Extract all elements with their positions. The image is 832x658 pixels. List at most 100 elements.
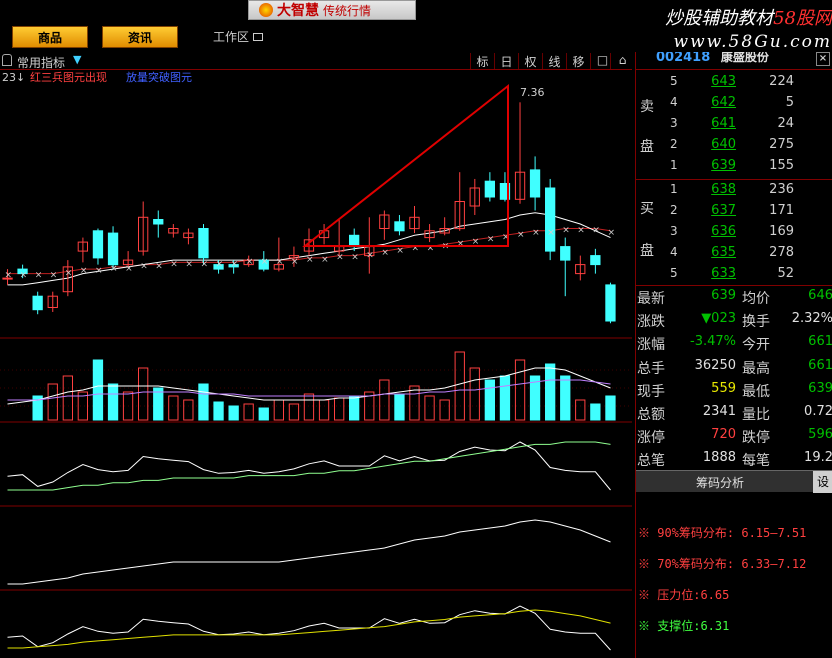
volume-bar [454,351,465,421]
bid-volume: 52 [777,266,794,281]
sar-marker: × [110,264,118,274]
ask-price: 643 [711,74,736,89]
sar-marker: × [201,259,209,269]
quote-panel: 002418 康盛股份 × 卖 盘 5 643 224 4 642 53 641 … [635,52,832,658]
app-logo-icon [259,3,273,17]
stat-value-2: 0.72 [804,404,832,419]
indicator1-green-line [7,441,611,491]
sar-marker: × [291,257,299,267]
ask-level: 4 [670,95,678,109]
indicator-select[interactable]: 常用指标 [17,54,65,71]
volume-bar [258,407,269,421]
bid-level: 1 [670,182,678,196]
bid-row[interactable]: 5 633 52 [636,266,832,287]
stat-key-2: 换手 [742,314,770,331]
chart-overlay: 23↓ 红三兵图元出现 放量突破图元 7.36 [2,70,545,247]
candle [394,221,405,232]
workspace-menu[interactable]: 工作区 [213,28,264,45]
volume-bar [183,399,194,421]
toolbar-btn-day[interactable]: 日 [494,53,518,69]
volume-bar [334,397,345,421]
lock-icon[interactable] [2,54,12,66]
stat-value: -3.47% [690,334,736,350]
candle [32,295,43,311]
bid-price: 636 [711,224,736,239]
toolbar-btn-rights[interactable]: 权 [518,53,542,69]
ask-row[interactable]: 4 642 5 [636,95,832,116]
ask-level: 2 [670,137,678,151]
bid-volume: 171 [769,203,794,218]
sar-marker: × [50,271,58,281]
settings-button[interactable]: 设 [813,471,832,493]
volume-bar [575,399,586,421]
candles: × × × × × × × × × × × × × × × × × × × × × × × × × × × × × × × × × × × × × × × ×… [2,102,616,324]
workspace-label: 工作区 [213,30,250,44]
stat-value: 720 [711,427,736,443]
candle [349,234,360,248]
close-icon[interactable]: × [816,52,830,66]
stat-value-2: 646 [808,288,832,303]
stat-value: 2341 [702,404,736,419]
bid-book: 买 盘 1 638 236 2 637 171 3 636 169 4 635 278… [636,180,832,286]
bid-level: 5 [670,266,678,280]
volume-bar [288,403,300,421]
home-icon[interactable]: ⌂ [610,53,634,69]
stat-row: 涨幅 -3.47% 今开 661 [636,334,832,358]
stat-value: 36250 [694,357,736,373]
stat-row: 涨停 720 跌停 596 [636,427,832,451]
volume-bars [7,351,616,421]
sar-marker: × [306,255,314,265]
bid-row[interactable]: 3 636 169 [636,224,832,245]
toolbar-btn-mark[interactable]: 标 [470,53,494,69]
ask-row[interactable]: 5 643 224 [636,74,832,95]
sar-marker: × [487,235,495,245]
stat-key-2: 量比 [742,407,770,423]
volume-bar [409,385,420,421]
triangle-annotation [302,83,509,247]
stat-key-2: 均价 [742,291,770,307]
sar-marker: × [321,255,329,265]
stat-value-2: 661 [808,357,832,373]
chip-analysis-tab[interactable]: 筹码分析 设 [636,470,832,493]
tab-goods[interactable]: 商品 [12,26,88,48]
ask-row[interactable]: 2 640 275 [636,137,832,158]
toolbar-btn-move[interactable]: 移 [566,53,590,69]
sar-marker: × [562,226,570,236]
volume-bar [499,375,511,421]
stat-key: 现手 [637,383,665,400]
ask-volume: 155 [769,158,794,173]
ask-row[interactable]: 3 641 24 [636,116,832,137]
volume-bar [379,379,390,421]
volume-bar [198,383,209,421]
stock-header: 002418 康盛股份 × [636,52,832,70]
sar-marker: × [185,259,193,269]
sar-marker: × [65,268,73,278]
app-title-bar: 大智慧 传统行情 [248,0,416,20]
candle [605,284,616,322]
sar-marker: × [381,248,389,258]
volume-bar [273,399,285,421]
bid-row[interactable]: 2 637 171 [636,203,832,224]
chevron-down-icon[interactable]: ▼ [73,53,81,66]
sar-marker: × [246,257,254,267]
toolbar-btn-line[interactable]: 线 [542,53,566,69]
ask-row[interactable]: 1 639 155 [636,158,832,179]
app-brand: 大智慧 [277,3,319,19]
sar-marker: × [547,228,555,238]
sar-marker: × [231,259,239,269]
stat-key-2: 跌停 [742,430,770,447]
sar-marker: × [366,250,374,260]
bid-row[interactable]: 4 635 278 [636,245,832,266]
bid-row[interactable]: 1 638 236 [636,182,832,203]
sar-marker: × [532,228,540,238]
bid-level: 3 [670,224,678,238]
kline-chart[interactable]: × × × × × × × × × × × × × × × × × × × × × × × × × × × × × × × × × × × × × × × ×… [0,70,632,658]
stat-value-2: 661 [808,334,832,350]
top-bar: 大智慧 传统行情 商品 资讯 工作区 炒股辅助教材58股网 www.58Gu.c… [0,0,832,52]
tab-news[interactable]: 资讯 [102,26,178,48]
sar-marker: × [155,262,163,272]
stat-value: 1888 [702,450,736,466]
volume-bar [318,399,330,421]
stat-value-2: 2.32% [791,311,832,327]
indicator-lines [7,441,611,651]
